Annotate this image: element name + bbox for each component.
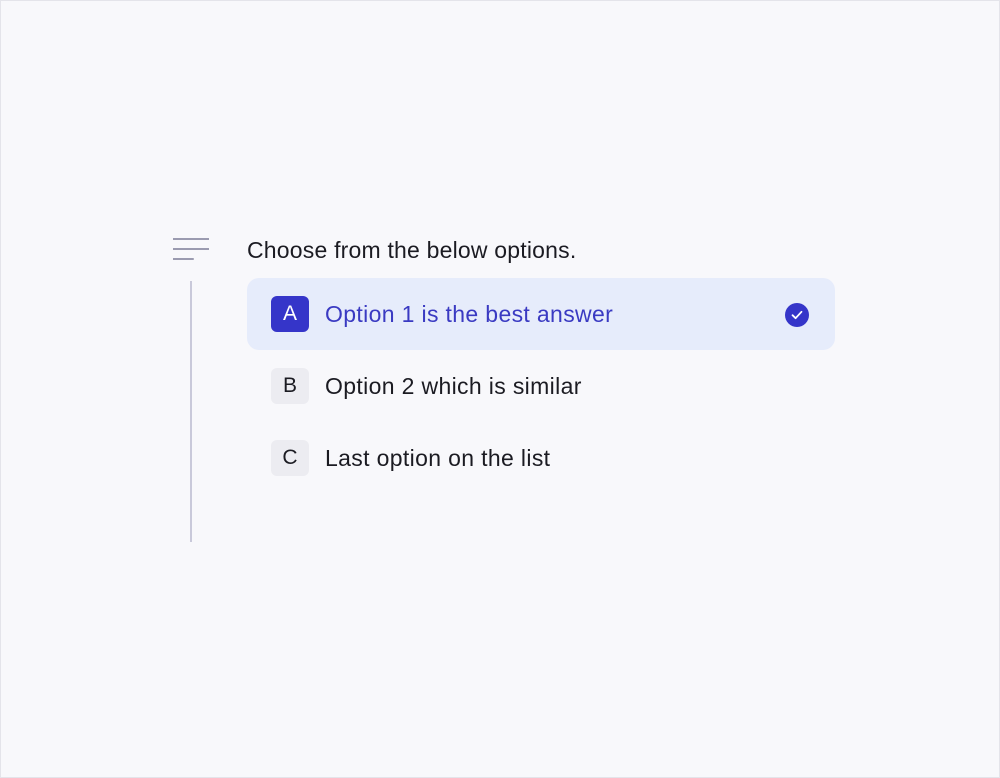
option-c[interactable]: C Last option on the list [247, 422, 835, 494]
check-circle-icon [785, 303, 809, 327]
option-a-key: A [271, 296, 309, 332]
option-b[interactable]: B Option 2 which is similar [247, 350, 835, 422]
option-a[interactable]: A Option 1 is the best answer [247, 278, 835, 350]
question-text: Choose from the below options. [247, 237, 577, 263]
option-b-key: B [271, 368, 309, 404]
question-card: Choose from the below options. A Option … [0, 0, 1000, 778]
option-a-label: Option 1 is the best answer [325, 301, 614, 327]
option-c-key: C [271, 440, 309, 476]
question-rail [190, 281, 192, 542]
option-c-label: Last option on the list [325, 445, 551, 471]
option-b-label: Option 2 which is similar [325, 373, 582, 399]
menu-lines-icon [173, 238, 209, 260]
